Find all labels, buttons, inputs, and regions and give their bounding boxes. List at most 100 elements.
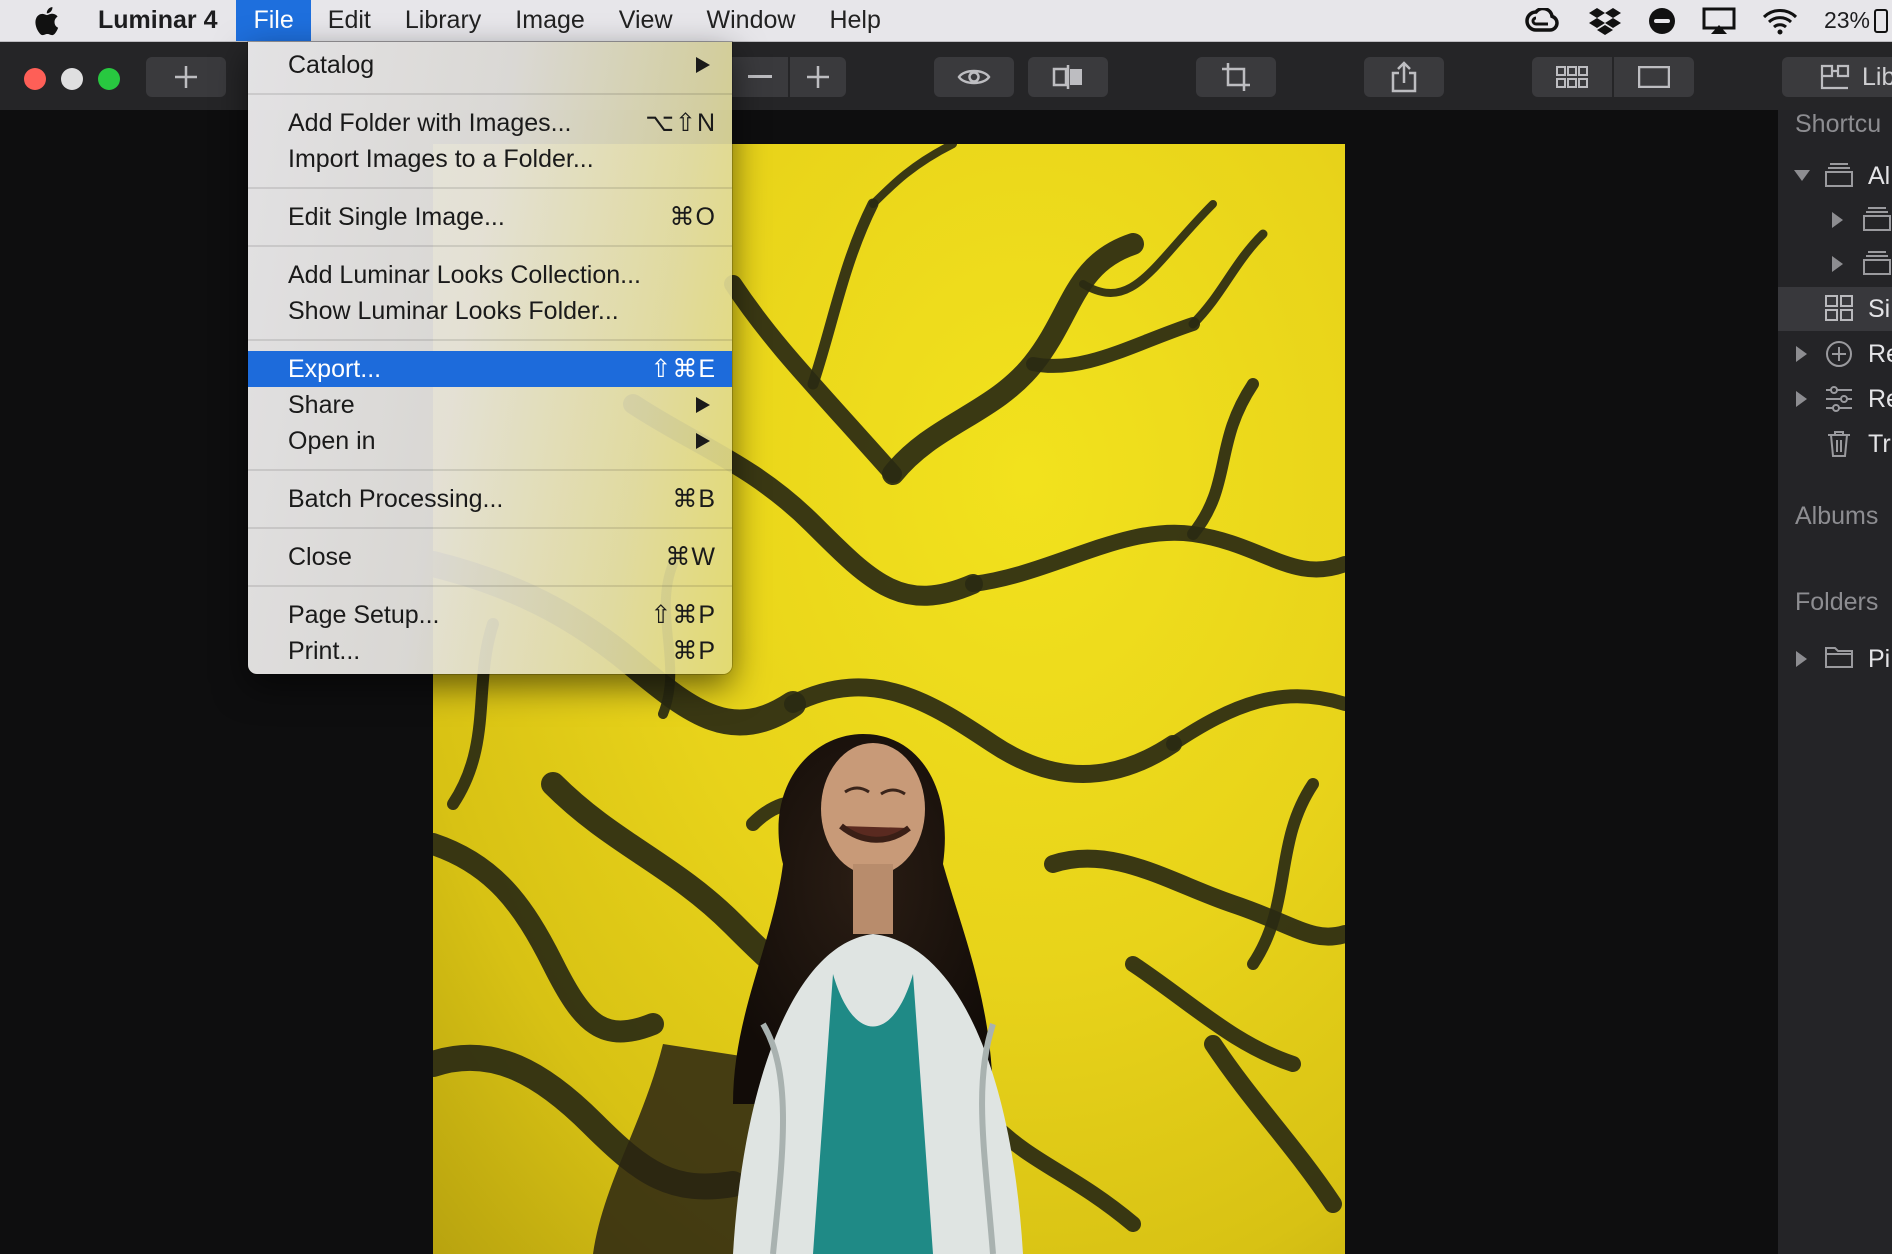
recently-edited-icon (1826, 386, 1852, 412)
single-image-edits-icon (1825, 295, 1853, 321)
menu-item-label: Edit Single Image... (288, 202, 505, 231)
add-icon (175, 66, 197, 88)
compare-button[interactable] (1028, 57, 1108, 97)
collection-icon (1863, 251, 1891, 275)
submenu-arrow-icon (696, 433, 710, 449)
menu-view[interactable]: View (602, 0, 690, 41)
sidebar-item-recently-added[interactable]: Re (1778, 332, 1892, 376)
menu-item-show-luminar-looks-folder[interactable]: Show Luminar Looks Folder... (248, 293, 732, 329)
sidebar-item-label: Re (1868, 340, 1892, 368)
creative-cloud-icon[interactable] (1524, 7, 1562, 34)
albums-heading[interactable]: Albums (1795, 502, 1878, 531)
share-icon (1391, 61, 1417, 93)
close-window-button[interactable] (24, 68, 46, 90)
menu-window[interactable]: Window (690, 0, 813, 41)
chevron-right-icon[interactable] (1832, 212, 1843, 228)
menu-item-label: Add Folder with Images... (288, 108, 572, 137)
chevron-right-icon[interactable] (1832, 256, 1843, 272)
apple-icon[interactable] (14, 0, 78, 41)
menu-item-label: Page Setup... (288, 600, 440, 629)
menu-item-page-setup[interactable]: Page Setup... ⇧⌘P (248, 597, 732, 633)
sidebar-item-label: Al (1868, 162, 1891, 190)
trash-icon (1828, 431, 1850, 457)
menu-item-label: Export... (288, 354, 382, 383)
zoom-in-button[interactable] (790, 57, 846, 97)
chevron-right-icon[interactable] (1796, 391, 1807, 407)
menu-item-shortcut: ⌘O (669, 203, 716, 231)
chevron-down-icon[interactable] (1794, 170, 1810, 181)
menu-item-label: Share (288, 390, 355, 419)
menu-item-shortcut: ⌘B (672, 485, 716, 513)
sidebar-item-recently-edited[interactable]: Re (1778, 377, 1892, 421)
menu-help[interactable]: Help (812, 0, 897, 41)
menu-item-print[interactable]: Print... ⌘P (248, 633, 732, 669)
menu-item-export[interactable]: Export... ⇧⌘E (248, 351, 732, 387)
preview-toggle-button[interactable] (934, 57, 1014, 97)
menu-item-close[interactable]: Close ⌘W (248, 539, 732, 575)
sidebar-item-collection[interactable] (1778, 242, 1892, 286)
menu-item-catalog[interactable]: Catalog (248, 47, 732, 83)
menu-separator (248, 245, 732, 247)
all-photos-icon (1825, 163, 1853, 187)
sidebar-item-label: Si (1868, 295, 1891, 323)
crop-button[interactable] (1196, 57, 1276, 97)
sidebar-item-single-image-edits[interactable]: Si (1778, 287, 1892, 331)
menu-item-add-luminar-looks-collection[interactable]: Add Luminar Looks Collection... (248, 257, 732, 293)
menu-file[interactable]: File (236, 0, 311, 41)
status-area: 23% (1524, 0, 1892, 41)
zoom-out-button[interactable] (732, 57, 788, 97)
menu-item-shortcut: ⇧⌘E (650, 355, 716, 383)
sidebar-item-collection[interactable] (1778, 198, 1892, 242)
menu-library[interactable]: Library (388, 0, 498, 41)
airplay-icon[interactable] (1702, 7, 1736, 35)
library-panel-icon (1820, 64, 1850, 90)
single-view-button[interactable] (1614, 57, 1694, 97)
sidebar-item-label: Pi (1868, 645, 1891, 673)
zoom-out-icon (748, 75, 772, 78)
dropbox-icon[interactable] (1588, 6, 1622, 36)
menu-item-batch-processing[interactable]: Batch Processing... ⌘B (248, 481, 732, 517)
menu-item-open-in[interactable]: Open in (248, 423, 732, 459)
sidebar-item-label: Re (1868, 385, 1892, 413)
collection-icon (1863, 207, 1891, 231)
menu-item-import-images-to-folder[interactable]: Import Images to a Folder... (248, 141, 732, 177)
battery-percent: 23% (1823, 7, 1870, 33)
menu-item-label: Import Images to a Folder... (288, 144, 594, 173)
menu-item-shortcut: ⇧⌘P (650, 601, 716, 629)
menu-item-add-folder-with-images[interactable]: Add Folder with Images... ⌥⇧N (248, 105, 732, 141)
menu-separator (248, 339, 732, 341)
chevron-right-icon[interactable] (1796, 346, 1807, 362)
zoom-in-icon (807, 66, 829, 88)
menu-separator (248, 469, 732, 471)
compare-icon (1052, 65, 1082, 89)
submenu-arrow-icon (696, 57, 710, 73)
menu-item-edit-single-image[interactable]: Edit Single Image... ⌘O (248, 199, 732, 235)
menu-item-share[interactable]: Share (248, 387, 732, 423)
file-menu-dropdown: Catalog Add Folder with Images... ⌥⇧N Im… (248, 42, 732, 674)
eye-preview-icon (957, 69, 991, 85)
grid-view-button[interactable] (1532, 57, 1612, 97)
single-view-icon (1638, 66, 1670, 88)
library-panel-button[interactable]: Lib (1782, 57, 1892, 97)
share-button[interactable] (1364, 57, 1444, 97)
chevron-right-icon[interactable] (1796, 651, 1807, 667)
battery-status[interactable]: 23% (1824, 7, 1888, 34)
menu-image[interactable]: Image (498, 0, 601, 41)
menu-separator (248, 93, 732, 95)
wifi-icon[interactable] (1762, 7, 1798, 35)
menu-item-shortcut: ⌘P (672, 637, 716, 665)
add-photos-button[interactable] (146, 57, 226, 97)
shortcuts-heading: Shortcu (1795, 110, 1882, 138)
sidebar-item-trash[interactable]: Tr (1778, 422, 1892, 466)
app-name-menu[interactable]: Luminar 4 (78, 6, 236, 35)
menu-item-label: Add Luminar Looks Collection... (288, 260, 641, 289)
minimize-window-button[interactable] (61, 68, 83, 90)
grid-view-icon (1556, 66, 1588, 88)
zoom-window-button[interactable] (98, 68, 120, 90)
do-not-disturb-icon[interactable] (1648, 7, 1676, 35)
menu-edit[interactable]: Edit (311, 0, 388, 41)
sidebar-item-all-photos[interactable]: Al (1778, 154, 1892, 198)
folders-heading[interactable]: Folders (1795, 588, 1878, 617)
sidebar-item-folder[interactable]: Pi (1778, 637, 1892, 681)
folder-icon (1825, 647, 1853, 668)
